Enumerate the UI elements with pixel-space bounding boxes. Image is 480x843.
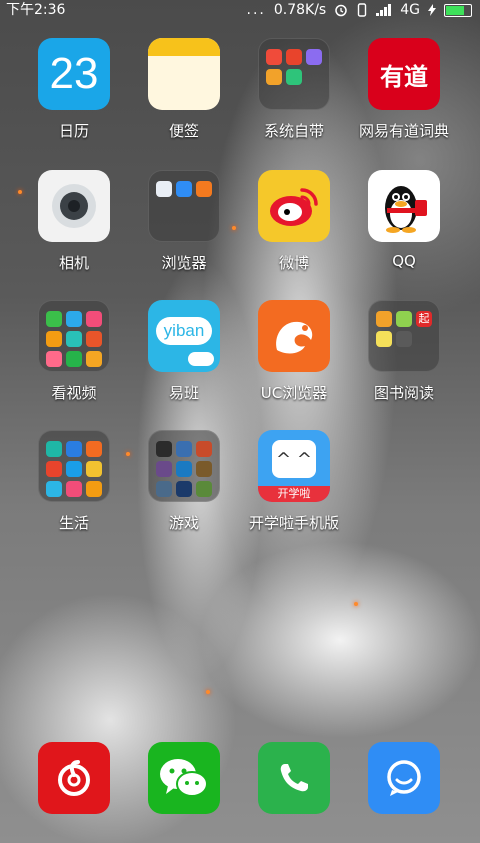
folder-icon — [38, 300, 110, 372]
app-label: 日历 — [58, 122, 89, 140]
weibo-icon — [258, 170, 330, 242]
spark-decoration — [206, 690, 210, 694]
battery-icon — [444, 3, 472, 17]
signal-icon — [376, 4, 392, 16]
notification-dots: ... — [246, 2, 266, 18]
yiban-glyph: yiban — [163, 321, 205, 340]
camera-icon — [38, 170, 110, 242]
app-uc-browser[interactable]: UC浏览器 — [239, 300, 349, 403]
app-yiban[interactable]: yiban 易班 — [129, 300, 239, 403]
messages-icon — [368, 742, 440, 814]
app-label: 生活 — [58, 514, 89, 532]
folder-system-apps[interactable]: 系统自带 — [239, 38, 349, 141]
app-label: 看视频 — [51, 384, 97, 402]
app-weibo[interactable]: 微博 — [239, 170, 349, 273]
uc-squirrel-icon — [258, 300, 330, 372]
app-label: 图书阅读 — [373, 384, 434, 402]
folder-icon — [258, 38, 330, 110]
status-bar: 下午2:36 ... 0.78K/s 4G — [0, 0, 480, 20]
youdao-glyph: 有道 — [380, 62, 428, 91]
app-label: 便签 — [168, 122, 199, 140]
folder-icon — [38, 430, 110, 502]
app-label: 相机 — [58, 254, 89, 272]
folder-icon — [148, 170, 220, 242]
app-label: 浏览器 — [161, 254, 207, 272]
app-notes[interactable]: 便签 — [129, 38, 239, 141]
dock-netease-music[interactable] — [38, 742, 110, 814]
app-calendar[interactable]: 23 日历 — [19, 38, 129, 141]
charging-icon — [428, 4, 436, 16]
app-camera[interactable]: 相机 — [19, 170, 129, 273]
spark-decoration — [354, 602, 358, 606]
yiban-icon: yiban — [148, 300, 220, 372]
folder-books[interactable]: 起 图书阅读 — [349, 300, 459, 403]
calendar-date: 23 — [49, 49, 99, 98]
app-label: 开学啦手机版 — [248, 514, 339, 532]
status-time: 下午2:36 — [6, 2, 66, 18]
phone-icon — [258, 742, 330, 814]
folder-icon: 起 — [368, 300, 440, 372]
dock-wechat[interactable] — [148, 742, 220, 814]
app-label: 易班 — [168, 384, 199, 402]
vibrate-icon — [356, 3, 368, 17]
kaixuela-icon: ^ ^ 开学啦 — [258, 430, 330, 502]
network-type: 4G — [400, 2, 420, 18]
status-indicators: ... 0.78K/s 4G — [246, 0, 472, 20]
folder-life[interactable]: 生活 — [19, 430, 129, 533]
dock-phone[interactable] — [258, 742, 330, 814]
app-label: UC浏览器 — [260, 384, 328, 402]
dock-messages[interactable] — [368, 742, 440, 814]
kaixuela-badge: 开学啦 — [258, 486, 330, 502]
netease-music-icon — [38, 742, 110, 814]
calendar-icon: 23 — [38, 38, 110, 110]
net-speed: 0.78K/s — [273, 2, 327, 18]
wechat-icon — [148, 742, 220, 814]
qq-penguin-icon — [368, 170, 440, 242]
app-qq[interactable]: QQ — [349, 170, 459, 270]
app-label: 系统自带 — [263, 122, 324, 140]
notes-icon — [148, 38, 220, 110]
alarm-icon — [334, 3, 348, 17]
app-label: 网易有道词典 — [358, 122, 449, 140]
books-badge: 起 — [416, 311, 432, 327]
app-youdao-dict[interactable]: 有道 网易有道词典 — [349, 38, 459, 141]
youdao-icon: 有道 — [368, 38, 440, 110]
folder-video[interactable]: 看视频 — [19, 300, 129, 403]
app-label: 微博 — [278, 254, 309, 272]
app-label: QQ — [392, 252, 416, 270]
app-kaixuela[interactable]: ^ ^ 开学啦 开学啦手机版 — [239, 430, 349, 533]
folder-icon — [148, 430, 220, 502]
app-label: 游戏 — [168, 514, 199, 532]
folder-games[interactable]: 游戏 — [129, 430, 239, 533]
folder-browsers[interactable]: 浏览器 — [129, 170, 239, 273]
